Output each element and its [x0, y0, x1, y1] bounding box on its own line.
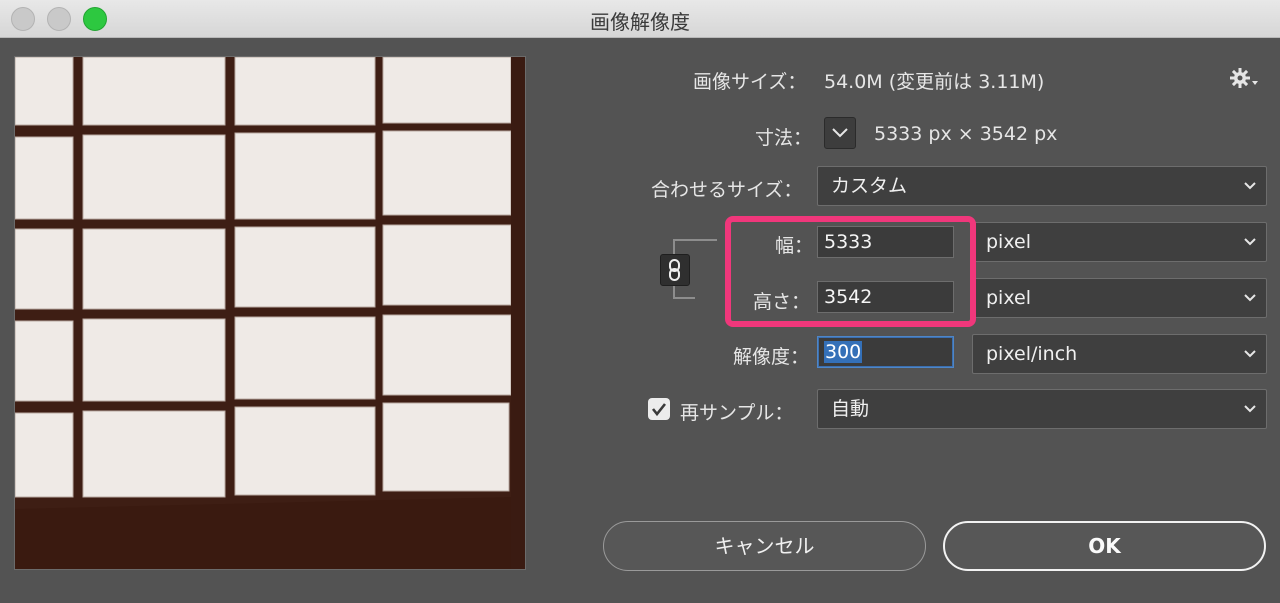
annotation-highlight-box: [725, 216, 976, 327]
chevron-down-icon: [1244, 405, 1256, 413]
chevron-down-icon: [1244, 294, 1256, 302]
preview-image: [15, 57, 525, 569]
fit-to-value: カスタム: [831, 175, 908, 197]
link-icon: [669, 259, 680, 281]
dimensions-label: 寸法：: [755, 127, 813, 149]
resolution-unit-value: pixel/inch: [986, 343, 1078, 365]
chevron-down-icon: [1244, 182, 1256, 190]
image-size-value: 54.0M (変更前は 3.11M): [824, 71, 1045, 93]
constrain-bracket-bottom: [673, 297, 695, 299]
chevron-down-icon: [1244, 238, 1256, 246]
fit-to-label: 合わせるサイズ：: [651, 179, 803, 201]
fit-to-select[interactable]: カスタム: [817, 166, 1267, 206]
resolution-label: 解像度：: [733, 346, 810, 368]
resolution-input[interactable]: 300: [817, 336, 954, 368]
gear-icon[interactable]: [1229, 66, 1259, 90]
image-size-label: 画像サイズ：: [693, 71, 807, 93]
height-unit-value: pixel: [986, 287, 1031, 309]
width-unit-select[interactable]: pixel: [972, 222, 1267, 262]
constrain-proportions-button[interactable]: [660, 254, 690, 286]
ok-button[interactable]: OK: [943, 521, 1266, 571]
resample-method-value: 自動: [831, 398, 870, 420]
resample-method-select[interactable]: 自動: [817, 389, 1267, 429]
dimensions-unit-toggle[interactable]: [824, 117, 856, 149]
title-bar: 画像解像度: [0, 0, 1280, 38]
resolution-value: 300: [824, 341, 863, 363]
resample-checkbox[interactable]: [648, 398, 670, 420]
dimensions-value: 5333 px × 3542 px: [874, 123, 1058, 145]
constrain-bracket-top: [673, 239, 717, 241]
resolution-unit-select[interactable]: pixel/inch: [972, 334, 1267, 374]
chevron-down-icon: [832, 128, 848, 138]
width-unit-value: pixel: [986, 231, 1031, 253]
height-unit-select[interactable]: pixel: [972, 278, 1267, 318]
resample-label: 再サンプル：: [680, 402, 794, 424]
constrain-bracket-top-vertical: [673, 239, 675, 255]
checkmark-icon: [651, 403, 667, 417]
chevron-down-icon: [1244, 350, 1256, 358]
image-preview[interactable]: [14, 56, 526, 570]
window-title: 画像解像度: [590, 10, 690, 34]
cancel-button[interactable]: キャンセル: [603, 521, 926, 571]
